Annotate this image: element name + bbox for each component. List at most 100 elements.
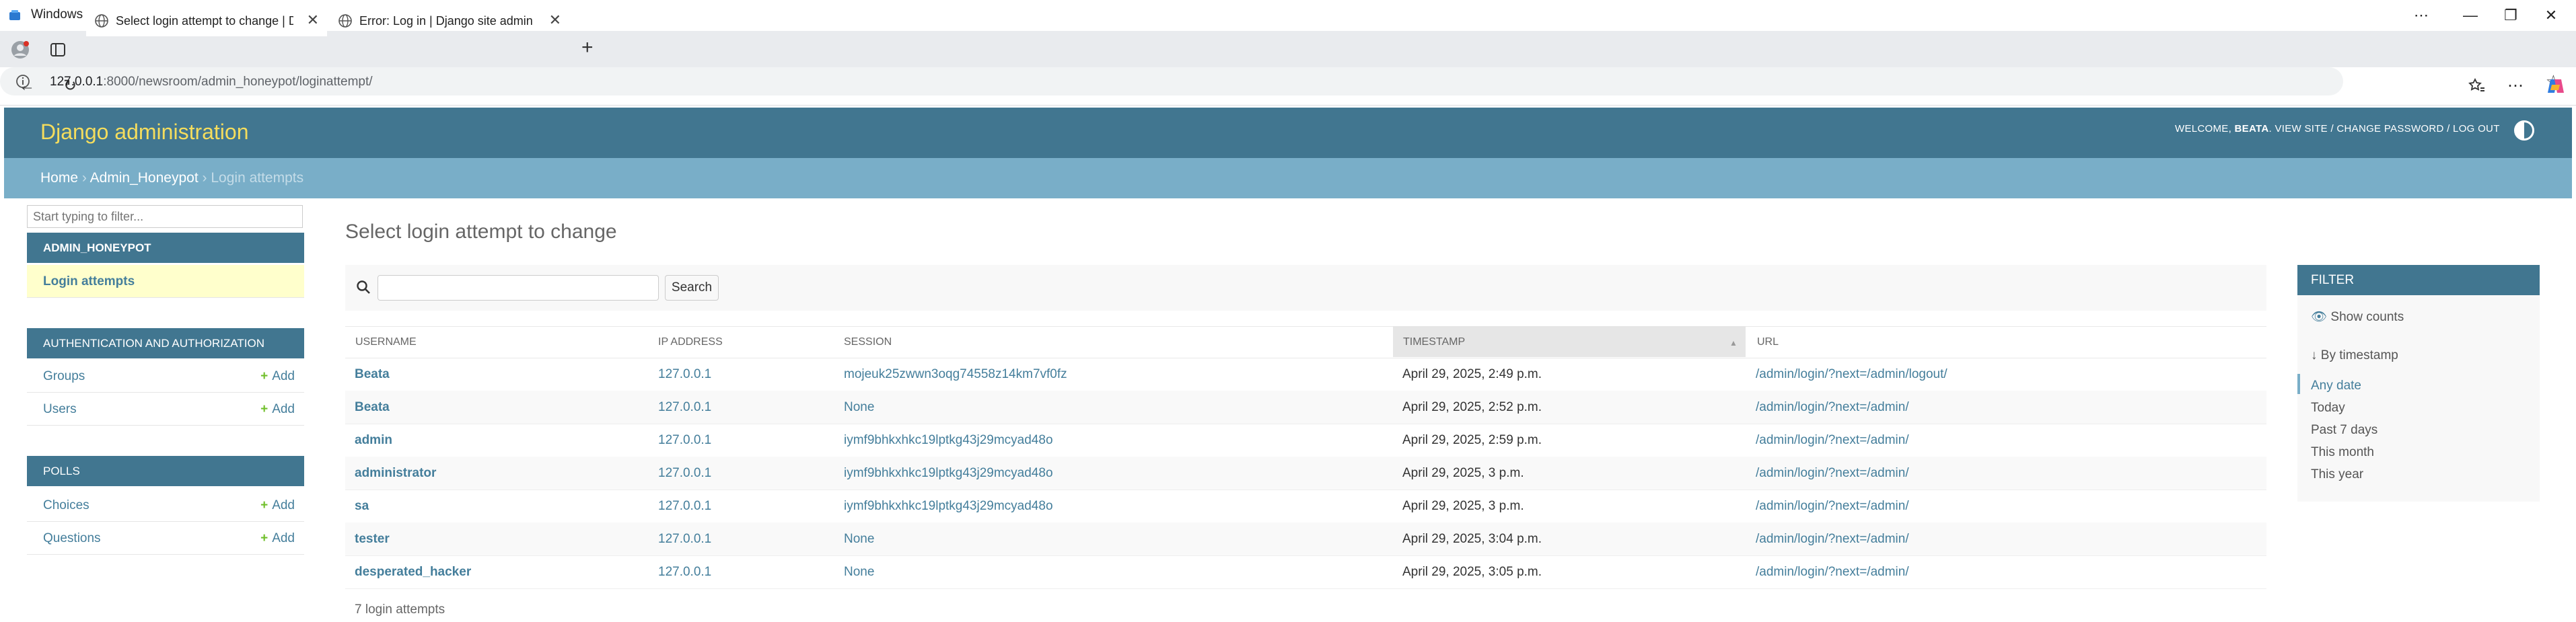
column-header-url[interactable]: URL [1757, 336, 1779, 348]
globe-icon [95, 14, 108, 28]
cell-url: /admin/login/?next=/admin/ [1756, 532, 1909, 546]
sidebar-item-questions[interactable]: Questions + Add [27, 522, 304, 555]
selected-indicator [2297, 374, 2300, 394]
add-choices-link[interactable]: + Add [260, 498, 295, 513]
cell-session: iymf9bhkxhkc19lptkg43j29mcyad48o [844, 433, 1053, 447]
cell-username[interactable]: administrator [355, 466, 436, 481]
change-password-link[interactable]: Change password [2336, 123, 2443, 134]
view-site-link[interactable]: View site [2275, 123, 2328, 134]
table-row [345, 424, 2266, 457]
site-brand[interactable]: Django administration [40, 120, 249, 145]
breadcrumb-app[interactable]: Admin_Honeypot [90, 170, 199, 186]
cell-url: /admin/login/?next=/admin/ [1756, 433, 1909, 447]
add-groups-link[interactable]: + Add [260, 369, 295, 384]
plus-icon: + [260, 369, 269, 383]
browser-menu-icon[interactable]: ⋯ [2502, 74, 2529, 98]
model-link[interactable]: Choices [43, 498, 90, 513]
log-out-link[interactable]: Log out [2453, 123, 2500, 134]
column-header-session[interactable]: Session [844, 336, 892, 348]
url-text: 127.0.0.1:8000/newsroom/admin_honeypot/l… [50, 75, 373, 89]
model-link[interactable]: Users [43, 402, 77, 417]
cell-timestamp: April 29, 2025, 2:49 p.m. [1402, 367, 1542, 381]
tab-login-attempts[interactable]: Select login attempt to change | D ✕ [86, 4, 327, 36]
show-counts-link[interactable]: 👁 Show counts [2311, 309, 2404, 325]
column-header-username[interactable]: Username [355, 336, 417, 348]
cell-username[interactable]: desperated_hacker [355, 565, 471, 580]
plus-icon: + [260, 531, 269, 545]
filter-option-this-year[interactable]: This year [2311, 467, 2363, 482]
tab-actions-icon[interactable] [50, 42, 66, 58]
user-tools: Welcome, Beata. View site / Change passw… [2175, 123, 2500, 134]
minimize-icon[interactable]: — [2454, 4, 2487, 27]
result-count: 7 login attempts [355, 602, 445, 617]
table-row [345, 457, 2266, 490]
table-row [345, 490, 2266, 523]
filter-option-past-7-days[interactable]: Past 7 days [2311, 423, 2377, 438]
tab-label: Select login attempt to change | D [116, 14, 293, 28]
search-icon [357, 280, 370, 294]
sidebar-item-users[interactable]: Users + Add [27, 393, 304, 426]
filter-by-timestamp-heading: ↓ By timestamp [2311, 348, 2398, 362]
page-title: Select login attempt to change [345, 221, 617, 243]
tab-error-login[interactable]: Error: Log in | Django site admin ✕ [330, 4, 569, 36]
app-caption-polls[interactable]: Polls [27, 456, 304, 486]
cell-username[interactable]: Beata [355, 367, 390, 382]
search-button[interactable]: Search [665, 275, 719, 301]
table-row [345, 391, 2266, 424]
favorites-icon[interactable] [2467, 77, 2486, 95]
cell-url: /admin/login/?next=/admin/ [1756, 400, 1909, 414]
cell-ip-address: 127.0.0.1 [658, 400, 712, 414]
app-caption-admin-honeypot[interactable]: Admin_Honeypot [27, 233, 304, 263]
cell-url: /admin/login/?next=/admin/ [1756, 466, 1909, 480]
sidebar-item-choices[interactable]: Choices + Add [27, 489, 304, 522]
profile-avatar-icon[interactable] [11, 40, 30, 59]
theme-toggle-icon[interactable] [2514, 120, 2534, 141]
add-users-link[interactable]: + Add [260, 402, 295, 417]
breadcrumb-separator: › [202, 170, 207, 186]
model-link[interactable]: Questions [43, 531, 101, 546]
nav-filter-input[interactable] [27, 205, 303, 228]
table-row [345, 555, 2266, 589]
model-link[interactable]: Groups [43, 369, 85, 384]
cell-session: None [844, 532, 875, 546]
cell-session: iymf9bhkxhkc19lptkg43j29mcyad48o [844, 466, 1053, 480]
cell-username[interactable]: Beata [355, 400, 390, 415]
column-header-ip-address[interactable]: IP address [658, 336, 723, 348]
model-link[interactable]: Login attempts [43, 274, 135, 289]
globe-icon [338, 14, 352, 28]
sidebar-item-groups[interactable]: Groups + Add [27, 360, 304, 393]
restore-icon[interactable]: ❐ [2494, 4, 2528, 27]
add-questions-link[interactable]: + Add [260, 531, 295, 546]
breadcrumb-current: Login attempts [211, 170, 304, 186]
close-tab-icon[interactable]: ✕ [549, 11, 561, 29]
breadcrumb: Home › Admin_Honeypot › Login attempts [40, 170, 303, 186]
filter-option-today[interactable]: Today [2311, 401, 2345, 416]
search-input[interactable] [378, 275, 659, 301]
filter-header: Filter [2297, 265, 2540, 295]
close-tab-icon[interactable]: ✕ [307, 11, 319, 29]
close-window-icon[interactable]: ✕ [2534, 4, 2568, 27]
breadcrumb-home[interactable]: Home [40, 170, 78, 186]
cell-username[interactable]: sa [355, 499, 369, 514]
column-header-timestamp[interactable]: Timestamp [1403, 336, 1465, 348]
cell-session: mojeuk25zwwn3oqg74558z14km7vf0fz [844, 367, 1067, 381]
app-caption-auth[interactable]: Authentication and Authorization [27, 328, 304, 358]
cell-timestamp: April 29, 2025, 2:52 p.m. [1402, 400, 1542, 414]
address-bar[interactable]: 127.0.0.1:8000/newsroom/admin_honeypot/l… [0, 67, 2561, 95]
cell-username[interactable]: tester [355, 532, 390, 547]
cell-timestamp: April 29, 2025, 3 p.m. [1402, 466, 1524, 480]
welcome-text: Welcome, [2175, 123, 2232, 134]
sort-ascending-icon[interactable]: ▲ [1729, 338, 1738, 348]
new-tab-icon[interactable]: + [581, 36, 594, 59]
cell-username[interactable]: admin [355, 433, 392, 448]
more-icon[interactable]: ⋯ [2404, 4, 2438, 27]
filter-option-this-month[interactable]: This month [2311, 445, 2374, 460]
filter-option-any-date[interactable]: Any date [2311, 379, 2361, 393]
results-header [345, 326, 2266, 358]
site-info-icon[interactable] [15, 73, 31, 89]
plus-icon: + [260, 402, 269, 416]
windows-sandbox-icon [9, 10, 20, 20]
sidebar-item-login-attempts[interactable]: Login attempts [27, 265, 304, 298]
plus-icon: + [260, 498, 269, 512]
copilot-icon[interactable] [2545, 75, 2567, 97]
